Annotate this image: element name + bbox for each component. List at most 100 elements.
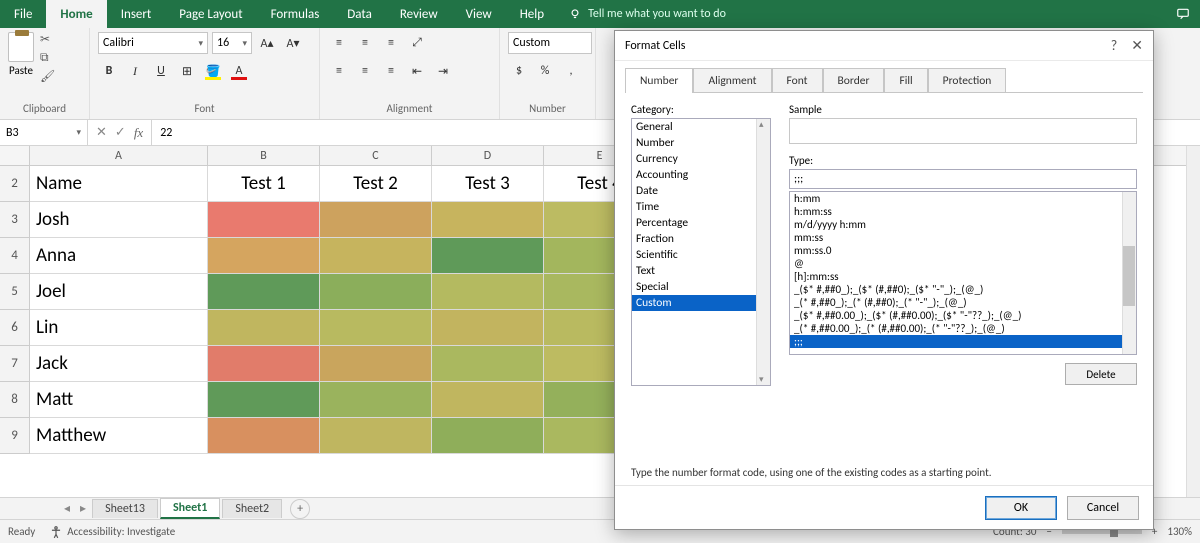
dialog-titlebar[interactable]: Format Cells ? ✕ [615,31,1153,61]
font-size-combo[interactable]: 16▾ [212,32,252,54]
cell-heatmap[interactable] [208,202,320,238]
cell-heatmap[interactable] [208,274,320,310]
dlg-tab-alignment[interactable]: Alignment [693,68,771,93]
row-header-8[interactable]: 8 [0,382,30,418]
cell-heatmap[interactable] [208,310,320,346]
scrollbar-thumb[interactable] [1123,246,1135,306]
cell-heatmap[interactable] [208,382,320,418]
comma-icon[interactable]: , [560,60,582,82]
dlg-tab-border[interactable]: Border [823,68,885,93]
format-code-item[interactable]: _($* #,##0.00_);_($* (#,##0.00);_($* "-"… [790,309,1136,322]
sheet-nav-next-icon[interactable]: ▸ [76,501,90,516]
category-item[interactable]: Fraction [632,231,770,247]
cell-heatmap[interactable] [320,238,432,274]
dlg-tab-font[interactable]: Font [772,68,823,93]
align-center-icon[interactable]: ≡ [354,60,376,82]
cell-heatmap[interactable] [320,346,432,382]
percent-icon[interactable]: % [534,60,556,82]
currency-icon[interactable]: $ [508,60,530,82]
cancel-button[interactable]: Cancel [1067,496,1139,520]
row-header-3[interactable]: 3 [0,202,30,238]
border-button[interactable]: ⊞ [176,60,198,82]
bold-button[interactable]: B [98,60,120,82]
zoom-slider[interactable] [1062,530,1142,534]
listbox-scrollbar[interactable] [756,119,770,385]
format-code-item[interactable]: m/d/yyyy h:mm [790,218,1136,231]
cell-heatmap[interactable] [432,274,544,310]
format-code-item[interactable]: h:mm [790,192,1136,205]
copy-icon[interactable]: ⧉ [40,51,55,65]
cell-heatmap[interactable] [320,202,432,238]
align-bottom-icon[interactable]: ≡ [380,32,402,54]
format-code-item[interactable]: h:mm:ss [790,205,1136,218]
category-item[interactable]: Custom [632,295,770,311]
cell-name[interactable]: Matt [30,382,208,418]
tab-page-layout[interactable]: Page Layout [165,0,256,28]
tab-help[interactable]: Help [506,0,558,28]
format-code-item[interactable]: [h]:mm:ss [790,270,1136,283]
cell-heatmap[interactable] [320,310,432,346]
align-right-icon[interactable]: ≡ [380,60,402,82]
category-item[interactable]: Special [632,279,770,295]
format-painter-icon[interactable]: 🖌 [40,69,55,84]
increase-font-icon[interactable]: A▴ [256,32,278,54]
category-listbox[interactable]: GeneralNumberCurrencyAccountingDateTimeP… [631,118,771,386]
add-sheet-button[interactable]: + [290,499,310,519]
col-header-D[interactable]: D [432,146,544,165]
sheet-nav-prev-icon[interactable]: ◂ [60,501,74,516]
format-code-item[interactable]: ;;; [790,335,1136,348]
cell-header[interactable]: Test 2 [320,166,432,202]
type-input[interactable]: ;;; [789,169,1137,189]
cell-heatmap[interactable] [320,382,432,418]
comments-icon[interactable] [1176,7,1190,21]
row-header-7[interactable]: 7 [0,346,30,382]
decrease-font-icon[interactable]: A▾ [282,32,304,54]
font-color-button[interactable]: A [228,60,250,82]
italic-button[interactable]: I [124,60,146,82]
tab-home[interactable]: Home [46,0,106,28]
cell-heatmap[interactable] [432,202,544,238]
format-code-listbox[interactable]: h:mmh:mm:ssm/d/yyyy h:mmmm:ssmm:ss.0@[h]… [789,191,1137,355]
accessibility-status[interactable]: Accessibility: Investigate [49,525,175,539]
cell-header[interactable]: Test 3 [432,166,544,202]
row-header-4[interactable]: 4 [0,238,30,274]
ok-button[interactable]: OK [985,496,1057,520]
underline-button[interactable]: U [150,60,172,82]
paste-button[interactable]: Paste [8,32,34,84]
tell-me[interactable]: Tell me what you want to do [558,0,736,28]
category-item[interactable]: Number [632,135,770,151]
dlg-tab-protection[interactable]: Protection [928,68,1007,93]
decrease-indent-icon[interactable]: ⇤ [406,60,428,82]
cell-heatmap[interactable] [208,346,320,382]
align-left-icon[interactable]: ≡ [328,60,350,82]
category-item[interactable]: Scientific [632,247,770,263]
select-all-triangle[interactable] [0,146,30,165]
col-header-A[interactable]: A [30,146,208,165]
increase-indent-icon[interactable]: ⇥ [432,60,454,82]
cancel-formula-icon[interactable]: ✕ [96,125,107,140]
cell-name[interactable]: Lin [30,310,208,346]
tab-file[interactable]: File [0,0,46,28]
number-format-combo[interactable]: Custom [508,32,592,54]
sheet-tab-sheet13[interactable]: Sheet13 [92,499,158,518]
orientation-icon[interactable]: ⤢ [406,32,428,54]
category-item[interactable]: General [632,119,770,135]
category-item[interactable]: Percentage [632,215,770,231]
sheet-tab-sheet2[interactable]: Sheet2 [222,499,282,518]
vertical-scrollbar[interactable] [1186,146,1200,497]
cell-name[interactable]: Jack [30,346,208,382]
cell-name[interactable]: Josh [30,202,208,238]
format-code-item[interactable]: mm:ss [790,231,1136,244]
category-item[interactable]: Accounting [632,167,770,183]
format-code-item[interactable]: @ [790,257,1136,270]
category-item[interactable]: Text [632,263,770,279]
cell-name[interactable]: Joel [30,274,208,310]
format-code-item[interactable]: _($* #,##0_);_($* (#,##0);_($* "-"_);_(@… [790,283,1136,296]
sheet-tab-sheet1[interactable]: Sheet1 [160,498,220,519]
category-item[interactable]: Currency [632,151,770,167]
col-header-B[interactable]: B [208,146,320,165]
cut-icon[interactable]: ✂ [40,32,55,47]
tab-review[interactable]: Review [386,0,452,28]
cell-heatmap[interactable] [320,418,432,454]
category-item[interactable]: Date [632,183,770,199]
